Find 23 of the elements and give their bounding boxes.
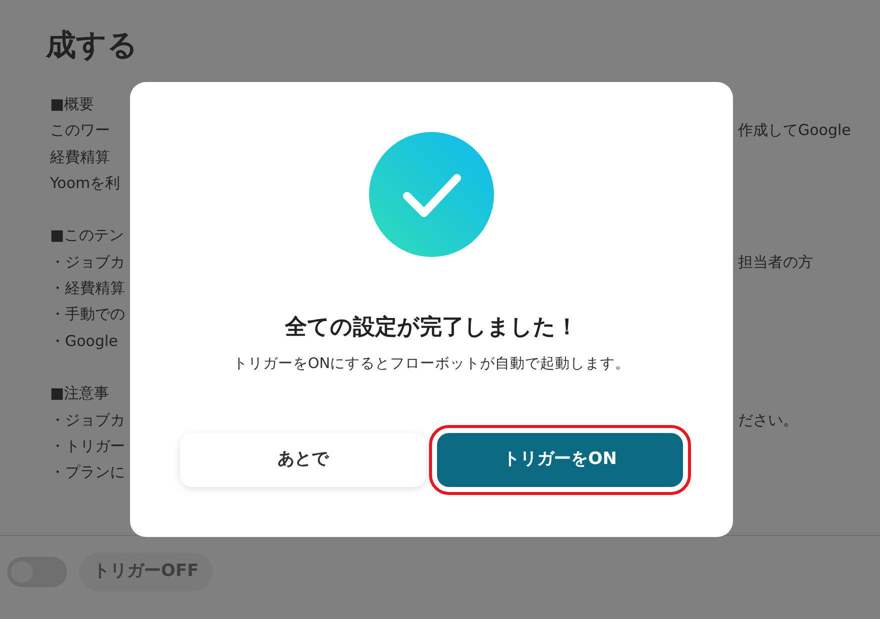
description-text: Yoomを利 xyxy=(50,172,122,194)
description-text: ■概要 xyxy=(50,94,96,115)
description-text: ・トリガー xyxy=(50,436,126,457)
dialog-title: 全ての設定が完了しました！ xyxy=(285,314,578,342)
trigger-on-button[interactable]: トリガーをON xyxy=(437,432,683,487)
description-text: 作成してGoogle xyxy=(738,120,851,142)
dialog-message: トリガーをONにするとフローボットが自動で起動します。 xyxy=(232,355,630,374)
description-text: ・ジョブカ xyxy=(50,252,126,273)
page-title: 成する xyxy=(44,27,139,65)
trigger-status-label: トリガーOFF xyxy=(79,553,213,590)
description-text: ださい。 xyxy=(738,410,798,431)
description-text: ■注意事 xyxy=(50,383,110,404)
description-text: ・ジョブカ xyxy=(50,410,126,431)
description-text: 担当者の方 xyxy=(738,252,813,273)
description-text: このワー xyxy=(50,120,111,142)
description-text: ・Google xyxy=(50,330,119,352)
description-text: ・プランに xyxy=(50,462,126,484)
description-text: ・経費精算 xyxy=(50,278,126,300)
description-text: ・手動での xyxy=(50,304,126,326)
description-text: 経費精算 xyxy=(50,146,111,168)
description-text: ■このテン xyxy=(50,225,126,246)
check-circle-icon xyxy=(369,132,494,257)
later-button[interactable]: あとで xyxy=(180,432,426,487)
